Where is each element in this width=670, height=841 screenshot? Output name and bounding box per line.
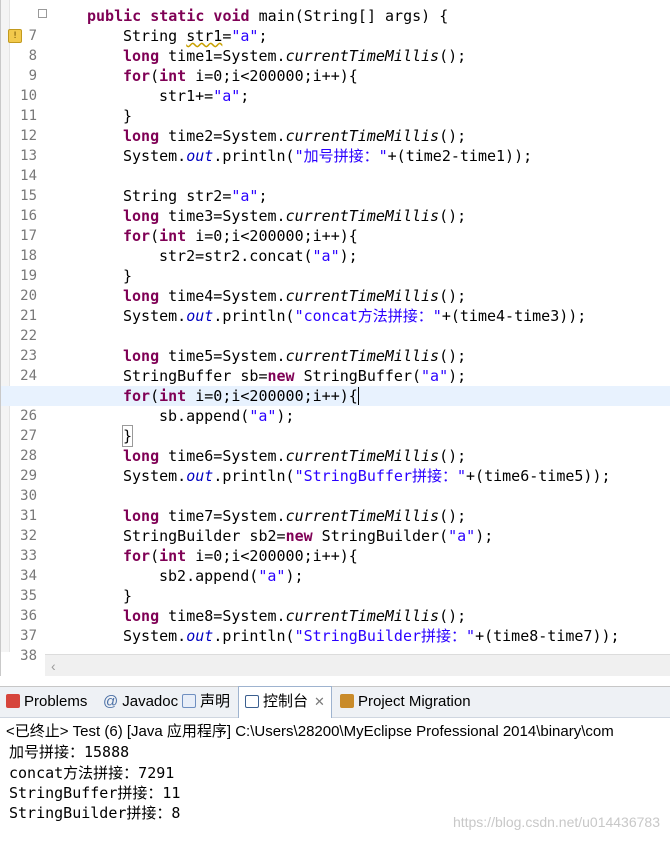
code-line[interactable]: 32 long time7=System.currentTimeMillis()… [1,506,670,544]
code-line[interactable]: 11 str1+="a"; [1,86,670,124]
declaration-icon [182,694,196,708]
code-line[interactable]: 22 System.out.println("concat方法拼接："+(tim… [1,306,670,344]
code-text: long time3=System.currentTimeMillis(); [123,207,467,225]
text-caret: { [348,387,359,405]
code-line[interactable]: 19 str2=str2.concat("a"); [1,246,670,284]
console-output-line: 加号拼接：15888 [9,743,130,761]
code-line[interactable]: 24 long time5=System.currentTimeMillis()… [1,346,670,384]
problems-icon [6,694,20,708]
code-line[interactable]: 7 public static void main(String[] args)… [1,6,670,44]
code-line[interactable]: 12 } [1,106,670,144]
code-line[interactable]: 16 String str2="a"; [1,186,670,224]
code-line[interactable]: 17 long time3=System.currentTimeMillis()… [1,206,670,244]
code-line[interactable]: 9 long time1=System.currentTimeMillis(); [1,46,670,84]
code-editor[interactable]: ! 7 public static void main(String[] arg… [0,0,670,676]
code-text: long time6=System.currentTimeMillis(); [123,447,467,465]
code-text: String str1="a"; [123,27,268,45]
tab-declaration[interactable]: 声明 [182,687,230,717]
console-output-line: StringBuilder拼接：8 [9,804,181,822]
code-text: System.out.println("concat方法拼接："+(time4-… [123,307,587,325]
panel-tab-bar: Problems @ Javadoc 声明 控制台 ✕ Project Migrat… [0,686,670,718]
code-text: str1+="a"; [159,87,250,105]
code-line[interactable]: 10 for(int i=0;i<200000;i++){ [1,66,670,104]
tab-console[interactable]: 控制台 ✕ [238,686,332,718]
code-line[interactable]: 29 long time6=System.currentTimeMillis()… [1,446,670,484]
code-text: long time4=System.currentTimeMillis(); [123,287,467,305]
code-text: long time7=System.currentTimeMillis(); [123,507,467,525]
matching-brace: } [121,425,134,447]
code-line[interactable]: 15 [1,166,670,204]
code-line[interactable]: 20 } [1,266,670,304]
close-icon[interactable]: ✕ [314,694,325,709]
code-line[interactable]: 8 String str1="a"; [1,26,670,64]
console-icon [245,695,259,708]
code-text: System.out.println("StringBuffer拼接："+(ti… [123,467,611,485]
migration-icon [340,694,354,708]
code-text: StringBuilder sb2=new StringBuilder("a")… [123,527,494,545]
code-line[interactable]: 39 [1,646,670,654]
code-text: long time8=System.currentTimeMillis(); [123,607,467,625]
watermark: https://blog.csdn.net/u014436783 [452,814,660,830]
console-output-line: concat方法拼接：7291 [9,764,175,782]
code-line[interactable]: 23 [1,326,670,364]
code-text: long time1=System.currentTimeMillis(); [123,47,467,65]
code-text: str2=str2.concat("a"); [159,247,358,265]
code-line[interactable]: 28 } [1,425,670,464]
code-line[interactable]: 33 StringBuilder sb2=new StringBuilder("… [1,526,670,564]
code-line[interactable]: 34 for(int i=0;i<200000;i++){ [1,546,670,584]
tab-javadoc[interactable]: @ Javadoc [103,687,178,717]
code-text: System.out.println("StringBuilder拼接："+(t… [123,627,620,645]
code-text: for(int i=0;i<200000;i++){ [123,67,358,85]
code-text: System.out.println("加号拼接："+(time2-time1)… [123,147,533,165]
console-status: <已终止> Test (6) [Java 应用程序] C:\Users\2820… [6,723,614,740]
code-line[interactable]: 35 sb2.append("a"); [1,566,670,604]
code-line-current[interactable]: 26 for(int i=0;i<200000;i++){ [1,386,670,424]
code-line[interactable]: 38 System.out.println("StringBuilder拼接："… [1,626,670,664]
code-line[interactable]: 30 System.out.println("StringBuffer拼接："+… [1,466,670,504]
code-line[interactable]: 31 [1,486,670,524]
code-line[interactable]: 25 StringBuffer sb=new StringBuffer("a")… [1,366,670,404]
code-text: for(int i=0;i<200000;i++){ [123,387,359,405]
code-text: sb.append("a"); [159,407,295,425]
code-line[interactable]: 36 } [1,586,670,624]
code-line[interactable]: 13 long time2=System.currentTimeMillis()… [1,126,670,164]
tab-project-migration[interactable]: Project Migration [340,687,471,717]
tab-problems[interactable]: Problems [6,687,87,717]
code-line[interactable]: 14 System.out.println("加号拼接："+(time2-tim… [1,146,670,184]
code-text: } [123,107,133,125]
code-text: long time2=System.currentTimeMillis(); [123,127,467,145]
code-text: long time5=System.currentTimeMillis(); [123,347,467,365]
at-icon: @ [103,693,119,710]
code-text: for(int i=0;i<200000;i++){ [123,547,358,565]
code-text: public static void main(String[] args) { [87,7,449,25]
code-line[interactable]: 21 long time4=System.currentTimeMillis()… [1,286,670,324]
scroll-left-icon[interactable]: ‹ [51,655,56,676]
code-line[interactable]: 37 long time8=System.currentTimeMillis()… [1,606,670,644]
code-line[interactable]: 18 for(int i=0;i<200000;i++){ [1,226,670,264]
horizontal-scrollbar[interactable]: ‹ [45,654,670,676]
code-text: } [123,267,133,285]
code-text: String str2="a"; [123,187,268,205]
code-text: } [123,587,133,605]
code-text: sb2.append("a"); [159,567,304,585]
code-text: for(int i=0;i<200000;i++){ [123,227,358,245]
code-line[interactable]: 27 sb.append("a"); [1,406,670,444]
console-output-line: StringBuffer拼接：11 [9,784,181,802]
code-text: StringBuffer sb=new StringBuffer("a"); [123,367,467,385]
